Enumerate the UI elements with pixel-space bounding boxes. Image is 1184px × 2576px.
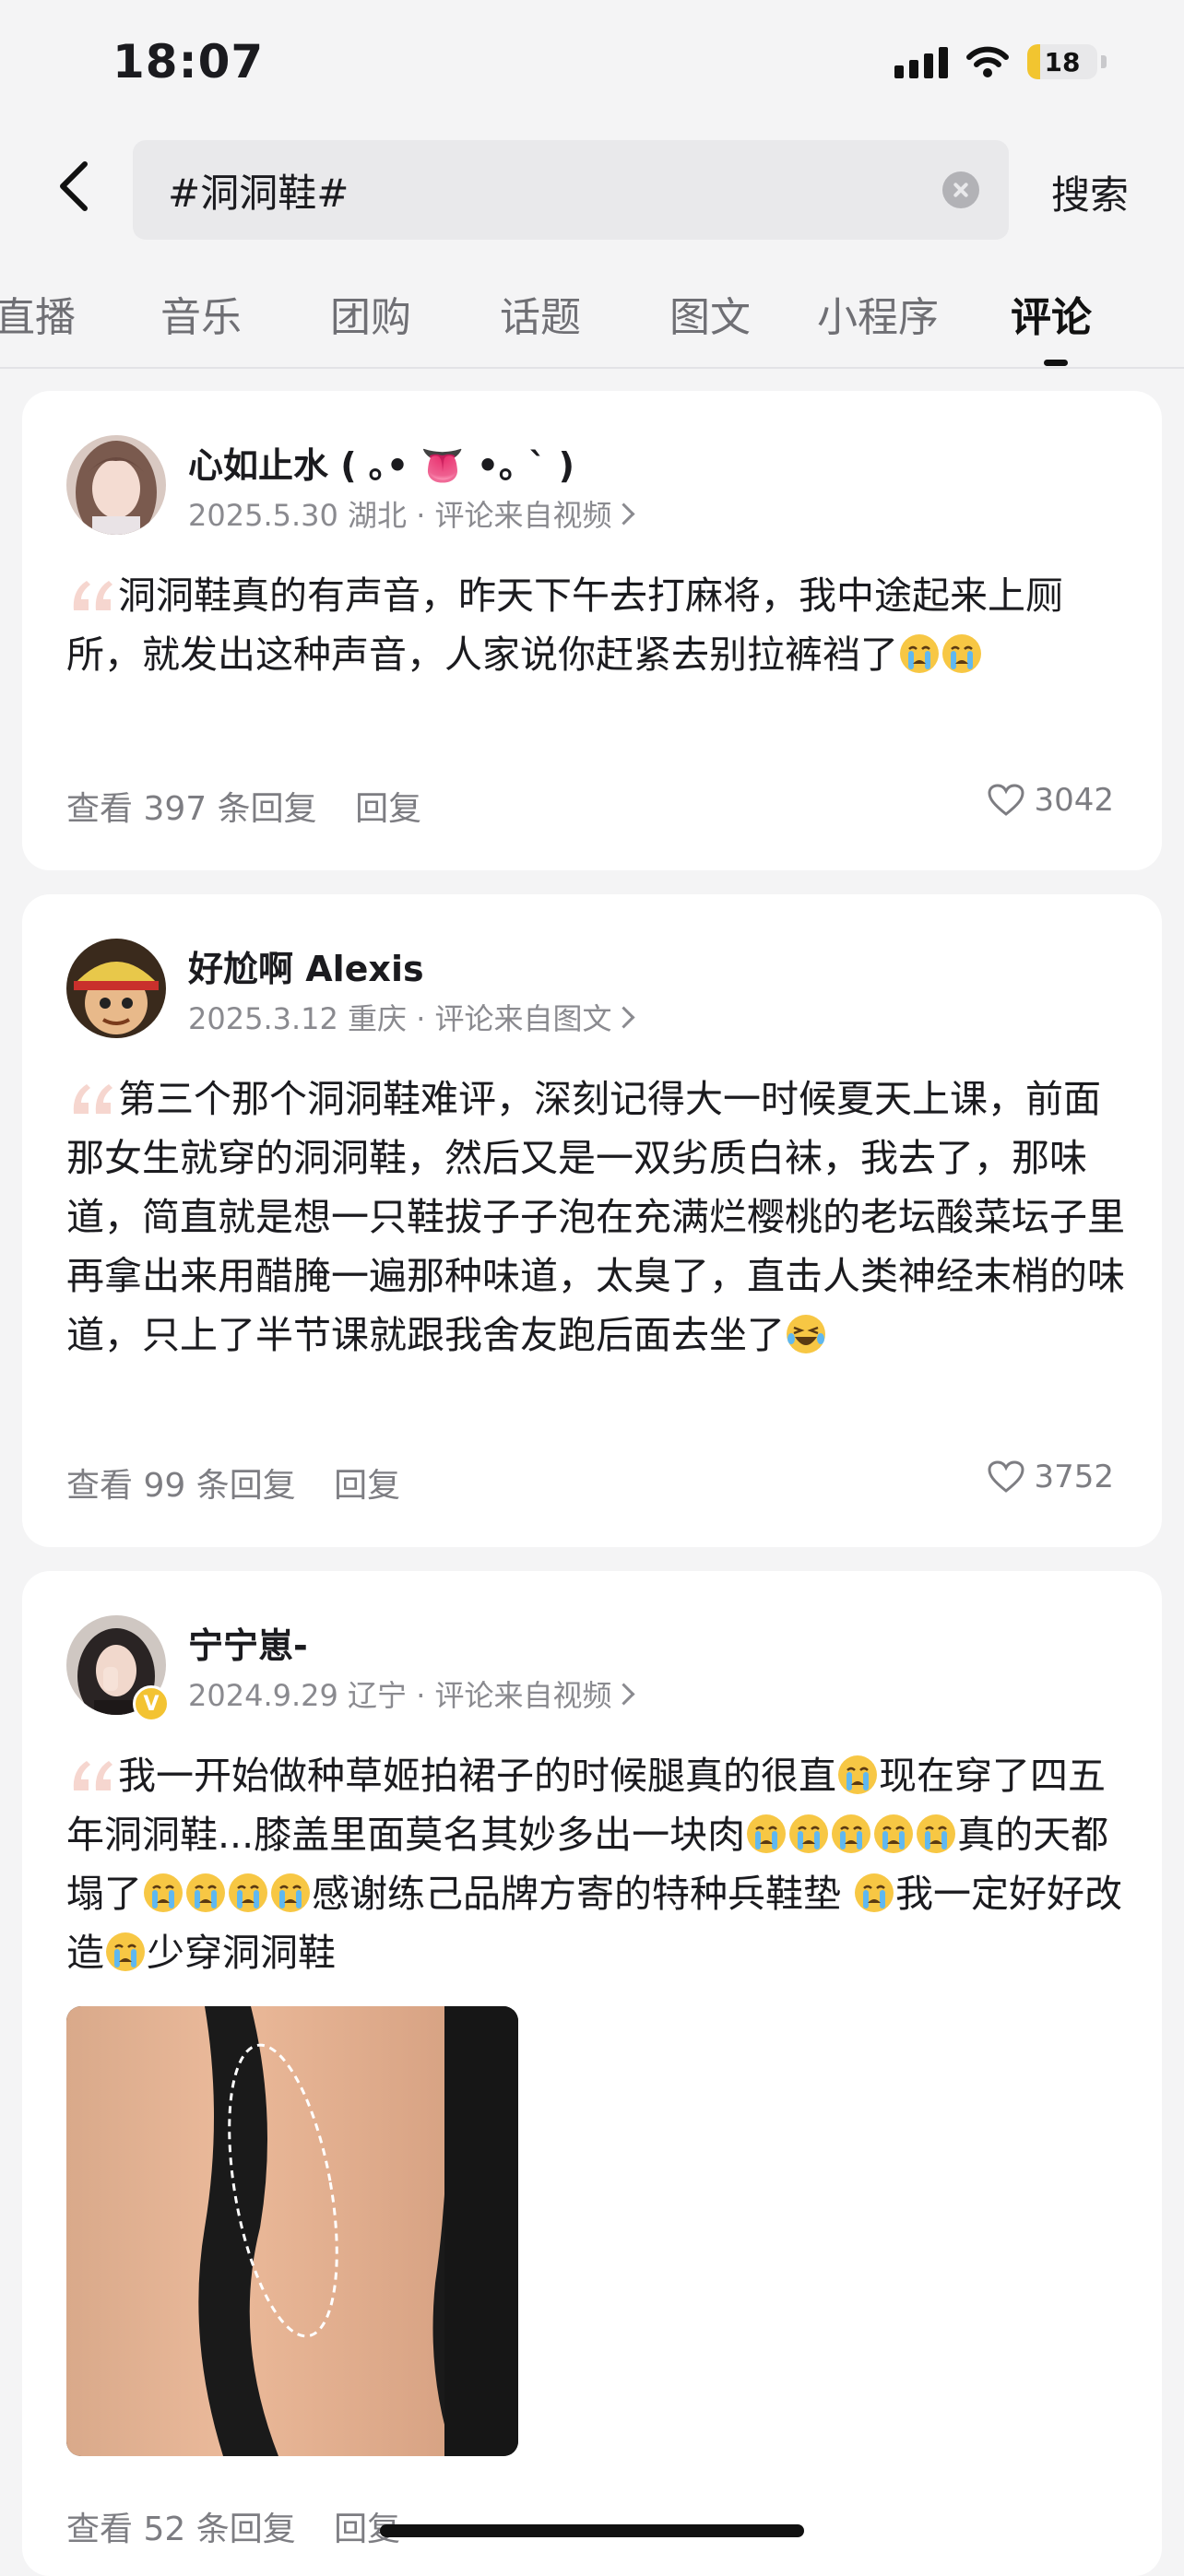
battery-cap <box>1101 55 1107 68</box>
view-replies-link[interactable]: 查看 52 条回复 <box>66 2511 296 2548</box>
crying-emoji-icon <box>142 1872 184 1914</box>
chevron-right-icon <box>612 1006 635 1029</box>
like-count: 3042 <box>1034 782 1114 819</box>
crying-emoji-icon <box>104 1931 147 1973</box>
comment-footer: 查看 397 条回复 回复 <box>66 782 421 830</box>
tab-group-buy[interactable]: 团购 <box>330 284 411 343</box>
crying-emoji-icon <box>898 632 941 675</box>
comment-meta[interactable]: 2024.9.29 辽宁 · 评论来自视频 <box>188 1672 635 1715</box>
crying-emoji-icon <box>915 1813 957 1855</box>
reply-button[interactable]: 回复 <box>355 790 421 828</box>
crying-emoji-icon <box>184 1872 227 1914</box>
crying-emoji-icon <box>745 1813 787 1855</box>
reply-button[interactable]: 回复 <box>334 1467 400 1505</box>
comment-footer: 查看 52 条回复 回复 <box>66 2502 400 2550</box>
comment-meta-text: 2024.9.29 辽宁 · 评论来自视频 <box>188 1678 612 1713</box>
verified-badge: V <box>133 1685 170 1722</box>
battery-icon: 18 <box>1027 44 1097 79</box>
tab-mini-programs[interactable]: 小程序 <box>817 284 939 343</box>
tab-bar: 直播 音乐 团购 话题 图文 小程序 评论 <box>0 277 1184 369</box>
comment-text: 我一开始做种草姬拍裙子的时候腿真的很直 现在穿了四五年洞洞鞋...膝盖里面莫名其妙… <box>66 1746 1127 1982</box>
comment-card[interactable]: 心如止水 ( ｡• 👅 •｡ ` ) 2025.5.30 湖北 · 评论来自视频… <box>22 391 1162 870</box>
crying-emoji-icon <box>872 1813 915 1855</box>
comment-meta-text: 2025.3.12 重庆 · 评论来自图文 <box>188 1001 612 1036</box>
comment-text: 洞洞鞋真的有声音，昨天下午去打麻将，我中途起来上厕所，就发出这种声音，人家说你赶… <box>66 566 1127 684</box>
crying-emoji-icon <box>853 1872 895 1914</box>
tab-posts[interactable]: 图文 <box>669 284 751 343</box>
battery-level: 18 <box>1044 46 1081 77</box>
comment-card[interactable]: V 宁宁崽- 2024.9.29 辽宁 · 评论来自视频 我一开始做种草姬拍裙子… <box>22 1571 1162 2576</box>
search-query: #洞洞鞋# <box>168 170 349 216</box>
comment-card[interactable]: 好尬啊 Alexis 2025.3.12 重庆 · 评论来自图文 第三个那个洞洞… <box>22 894 1162 1547</box>
tab-music[interactable]: 音乐 <box>160 284 242 343</box>
username[interactable]: 好尬啊 Alexis <box>188 940 424 991</box>
comment-text: 第三个那个洞洞鞋难评，深刻记得大一时候夏天上课，前面那女生就穿的洞洞鞋，然后又是… <box>66 1069 1127 1365</box>
like-button[interactable]: 3752 <box>988 1459 1114 1495</box>
crying-emoji-icon <box>830 1813 872 1855</box>
search-input[interactable]: #洞洞鞋# <box>133 140 1009 240</box>
wifi-icon <box>966 46 1009 77</box>
comment-text-part: 少穿洞洞鞋 <box>147 1931 336 1975</box>
signal-icon <box>894 45 948 78</box>
laughing-emoji-icon <box>785 1313 827 1355</box>
comment-footer: 查看 99 条回复 回复 <box>66 1459 400 1507</box>
divider <box>0 367 1184 369</box>
comment-photo[interactable] <box>66 2006 518 2456</box>
view-replies-link[interactable]: 查看 99 条回复 <box>66 1467 296 1505</box>
chevron-right-icon <box>612 1683 635 1706</box>
comment-text-part: 我一开始做种草姬拍裙子的时候腿真的很直 <box>118 1754 836 1798</box>
crying-emoji-icon <box>269 1872 312 1914</box>
status-indicators: 18 <box>894 44 1107 79</box>
chevron-right-icon <box>612 502 635 526</box>
view-replies-link[interactable]: 查看 397 条回复 <box>66 790 317 828</box>
heart-icon <box>988 1460 1024 1493</box>
crying-emoji-icon <box>941 632 983 675</box>
username[interactable]: 宁宁崽- <box>188 1617 308 1668</box>
crying-emoji-icon <box>227 1872 269 1914</box>
home-indicator <box>380 2524 804 2537</box>
clear-icon[interactable] <box>942 171 979 208</box>
status-time: 18:07 <box>112 35 265 89</box>
like-button[interactable]: 3042 <box>988 782 1114 819</box>
heart-icon <box>988 784 1024 816</box>
search-button[interactable]: 搜索 <box>1051 164 1129 220</box>
tab-comments[interactable]: 评论 <box>1011 284 1092 343</box>
crying-emoji-icon <box>836 1754 879 1796</box>
avatar[interactable] <box>66 435 166 535</box>
tab-live[interactable]: 直播 <box>0 284 76 343</box>
back-arrow-icon[interactable] <box>53 159 94 214</box>
comment-meta[interactable]: 2025.3.12 重庆 · 评论来自图文 <box>188 996 635 1038</box>
username[interactable]: 心如止水 ( ｡• 👅 •｡ ` ) <box>188 437 574 488</box>
comment-meta[interactable]: 2025.5.30 湖北 · 评论来自视频 <box>188 492 635 535</box>
like-count: 3752 <box>1034 1459 1114 1495</box>
comment-text-content: 第三个那个洞洞鞋难评，深刻记得大一时候夏天上课，前面那女生就穿的洞洞鞋，然后又是… <box>66 1077 1125 1357</box>
avatar[interactable] <box>66 939 166 1038</box>
tab-topics[interactable]: 话题 <box>500 284 581 343</box>
comment-meta-text: 2025.5.30 湖北 · 评论来自视频 <box>188 498 612 533</box>
active-tab-indicator <box>1044 360 1068 366</box>
crying-emoji-icon <box>787 1813 830 1855</box>
comment-text-part: 感谢练己品牌方寄的特种兵鞋垫 <box>312 1872 854 1916</box>
